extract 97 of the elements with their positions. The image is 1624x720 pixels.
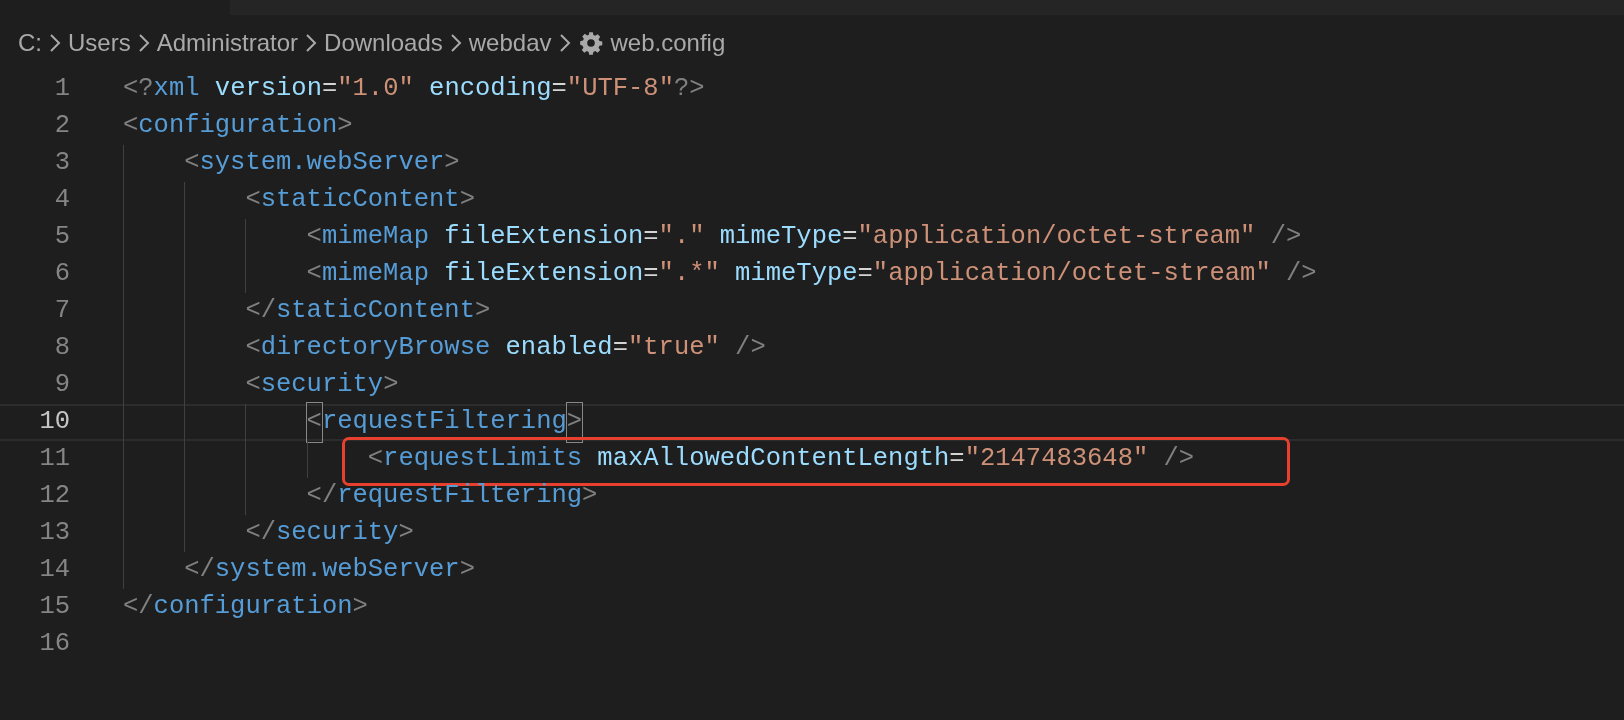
code-token: = [857, 258, 873, 291]
code-token: /> [734, 332, 766, 365]
code-token: ?> [673, 73, 705, 106]
code-token: > [337, 110, 353, 143]
code-token: directoryBrowse [260, 332, 491, 365]
code-token: mimeType [718, 221, 843, 254]
code-token: < [367, 443, 384, 476]
line-number: 7 [53, 295, 70, 328]
code-token: </ [245, 517, 276, 550]
code-token: "application/octet-stream" [857, 221, 1256, 254]
code-token: </ [184, 554, 215, 587]
line-number: 6 [53, 258, 70, 291]
code-token: configuration [153, 591, 353, 624]
code-token: xml [153, 73, 200, 106]
code-token: > [398, 517, 414, 550]
code-token: ".*" [658, 258, 720, 291]
line-number: 4 [53, 184, 70, 217]
breadcrumb-folder[interactable]: webdav [468, 25, 552, 61]
code-token: < [306, 403, 322, 442]
line-number: 5 [53, 221, 70, 254]
code-token: mimeMap [321, 221, 430, 254]
breadcrumb-file[interactable]: web.config [610, 25, 726, 61]
code-token: <? [123, 73, 154, 106]
code-token: = [612, 332, 628, 365]
code-token: < [245, 369, 261, 402]
chevron-right-icon [558, 33, 571, 53]
code-token: > [582, 480, 598, 513]
code-token: "." [658, 221, 705, 254]
code-token: > [459, 554, 475, 587]
code-token: security [276, 517, 399, 550]
code-token: < [123, 110, 139, 143]
code-token: = [643, 258, 659, 291]
code-token: "2147483648" [964, 443, 1149, 476]
code-token: staticContent [260, 184, 460, 217]
chevron-right-icon [137, 33, 150, 53]
code-token: fileExtension [443, 258, 644, 291]
code-token: /> [1269, 221, 1302, 254]
chevron-right-icon [49, 33, 61, 53]
line-number: 2 [53, 110, 70, 143]
code-token: maxAllowedContentLength [596, 443, 950, 476]
code-token: < [306, 258, 322, 291]
breadcrumb-folder[interactable]: C: [18, 25, 42, 61]
code-token: > [352, 591, 368, 624]
code-token: </ [123, 591, 154, 624]
code-token: > [444, 147, 460, 180]
code-token: requestFiltering [337, 480, 583, 513]
gear-icon [577, 30, 604, 56]
code-token: < [306, 221, 322, 254]
code-token: version [213, 73, 322, 106]
code-token: requestLimits [383, 443, 583, 476]
code-token: requestFiltering [321, 406, 567, 439]
code-token: = [321, 73, 338, 106]
line-number: 1 [53, 73, 70, 106]
code-token: </ [306, 480, 338, 513]
code-token: enabled [504, 332, 613, 365]
code-token: "application/octet-stream" [872, 258, 1271, 291]
code-token: > [459, 184, 475, 217]
code-token: configuration [138, 110, 338, 143]
line-number: 9 [53, 369, 70, 402]
breadcrumb-folder[interactable]: Administrator [156, 25, 299, 61]
code-token: > [383, 369, 399, 402]
line-number: 10 [38, 406, 70, 439]
code-token: /> [1162, 443, 1195, 476]
code-token: mimeMap [321, 258, 430, 291]
line-number: 8 [53, 332, 70, 365]
code-token: fileExtension [443, 221, 644, 254]
code-token: = [551, 73, 567, 106]
code-token: "1.0" [337, 73, 414, 106]
code-token: staticContent [276, 295, 475, 328]
code-token: > [566, 403, 583, 442]
chevron-right-icon [449, 33, 462, 53]
code-token: < [245, 332, 261, 365]
line-number: 12 [38, 480, 70, 513]
code-token: encoding [428, 73, 552, 106]
code-token: </ [245, 295, 276, 328]
code-token: mimeType [734, 258, 858, 291]
line-number: 15 [38, 591, 70, 624]
code-token: < [184, 147, 200, 180]
line-number: 16 [38, 628, 70, 661]
line-number: 3 [53, 147, 70, 180]
line-number: 11 [38, 443, 70, 476]
breadcrumb-folder[interactable]: Downloads [324, 25, 443, 61]
chevron-right-icon [305, 33, 318, 53]
code-token: /> [1285, 258, 1317, 291]
breadcrumb-folder[interactable]: Users [68, 25, 131, 61]
code-token: = [643, 221, 659, 254]
code-token: = [949, 443, 965, 476]
line-number: 14 [38, 554, 70, 587]
code-token: "true" [628, 332, 720, 365]
code-token: < [245, 184, 261, 217]
code-token: system.webServer [214, 554, 460, 587]
code-token: security [260, 369, 384, 402]
code-token: = [842, 221, 858, 254]
line-number: 13 [38, 517, 70, 550]
code-token: > [474, 295, 491, 328]
code-token: system.webServer [199, 147, 445, 180]
code-token: "UTF-8" [566, 73, 674, 106]
